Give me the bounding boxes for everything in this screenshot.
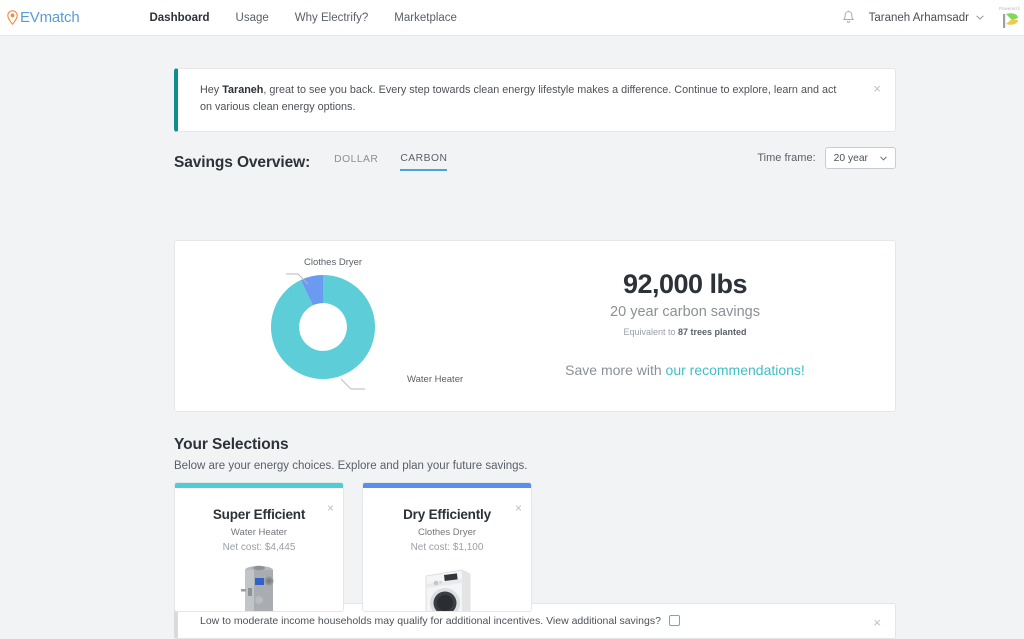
greeting-prefix: Hey [200,84,223,96]
card-net-cost: Net cost: $1,100 [410,542,484,553]
corner-partner-badge: Powered by [998,3,1020,33]
your-selections-subtitle: Below are your energy choices. Explore a… [174,460,528,472]
dashboard-page: Hey Taraneh, great to see you back. Ever… [0,36,1024,639]
carbon-savings-summary: 92,000 lbs 20 year carbon savings Equiva… [475,241,895,411]
card-title: Dry Efficiently [403,507,491,522]
donut-label-clothes-dryer: Clothes Dryer [304,256,363,268]
timeframe-label: Time frame: [757,152,816,164]
user-name-label: Taraneh Arhamsadr [868,11,969,24]
bell-icon[interactable] [842,10,855,25]
timeframe-select[interactable]: 20 year [824,147,896,169]
card-subtitle: Clothes Dryer [417,527,477,538]
card-accent-bar [175,483,343,488]
card-title: Super Efficient [212,507,306,522]
water-heater-image [175,562,343,611]
greeting-user-name: Taraneh [222,84,264,96]
selection-cards-list: × Super Efficient Water Heater Net cost:… [174,482,896,612]
recommendations-link[interactable]: our recommendations! [666,362,805,378]
incentives-banner-close-icon[interactable]: × [873,616,881,629]
chevron-down-icon [880,155,887,161]
primary-nav: Dashboard Usage Why Electrify? Marketpla… [149,12,456,24]
greeting-banner: Hey Taraneh, great to see you back. Ever… [174,68,896,132]
nav-item-why-electrify[interactable]: Why Electrify? [295,12,369,24]
timeframe-value: 20 year [833,152,868,164]
clothes-dryer-image [363,562,531,611]
greeting-banner-text: Hey Taraneh, great to see you back. Ever… [200,82,850,117]
top-navigation-bar: EVmatch Dashboard Usage Why Electrify? M… [0,0,1024,36]
selection-card-water-heater[interactable]: × Super Efficient Water Heater Net cost:… [174,482,344,612]
selection-card-clothes-dryer[interactable]: × Dry Efficiently Clothes Dryer Net cost… [362,482,532,612]
remove-card-icon[interactable]: × [515,502,522,514]
incentives-banner-content: Low to moderate income households may qu… [200,615,680,627]
carbon-donut-chart: Clothes Dryer Water Heater [175,241,475,411]
trees-equivalent: Equivalent to 87 trees planted [623,327,746,337]
tab-dollar[interactable]: DOLLAR [334,153,378,171]
recommendations-cta: Save more with our recommendations! [565,362,805,378]
nav-item-marketplace[interactable]: Marketplace [394,12,457,24]
card-subtitle: Water Heater [230,527,288,538]
top-bar-right-group: Taraneh Arhamsadr Powered by [842,3,1024,33]
nav-item-usage[interactable]: Usage [236,12,269,24]
savings-overview-header: Savings Overview: DOLLAR CARBON Time fra… [174,142,896,172]
donut-chart-svg [271,273,375,390]
savings-tabs: DOLLAR CARBON [334,153,448,172]
tab-carbon[interactable]: CARBON [400,153,448,171]
greeting-rest: , great to see you back. Every step towa… [200,84,837,114]
carbon-savings-subtitle: 20 year carbon savings [610,304,760,321]
brand-logo[interactable]: EVmatch [6,9,80,26]
savings-overview-title: Savings Overview: [174,154,311,171]
incentives-banner-text: Low to moderate income households may qu… [200,614,661,627]
your-selections-section: Your Selections Below are your energy ch… [174,436,896,472]
trees-equivalent-prefix: Equivalent to [623,327,678,338]
greeting-banner-close-icon[interactable]: × [873,82,881,95]
nav-item-dashboard[interactable]: Dashboard [149,12,209,24]
chevron-down-icon [976,15,984,20]
donut-label-water-heater: Water Heater [407,373,464,385]
user-menu[interactable]: Taraneh Arhamsadr [869,12,984,24]
savings-overview-card: Clothes Dryer Water Heater 92,000 lbs 20… [174,239,896,412]
recommendations-cta-prefix: Save more with [565,362,666,379]
map-pin-icon [7,10,18,25]
card-accent-bar [363,483,531,488]
card-net-cost: Net cost: $4,445 [222,542,296,553]
remove-card-icon[interactable]: × [327,502,334,514]
carbon-savings-value: 92,000 lbs [622,269,748,300]
svg-text:Powered by: Powered by [999,6,1020,11]
trees-equivalent-value: 87 trees planted [678,327,747,338]
leader-line-heater [340,378,365,390]
view-additional-savings-checkbox[interactable] [668,615,680,627]
your-selections-title: Your Selections [174,436,289,453]
brand-logo-text: EVmatch [20,9,80,26]
timeframe-control: Time frame: 20 year [757,147,896,172]
